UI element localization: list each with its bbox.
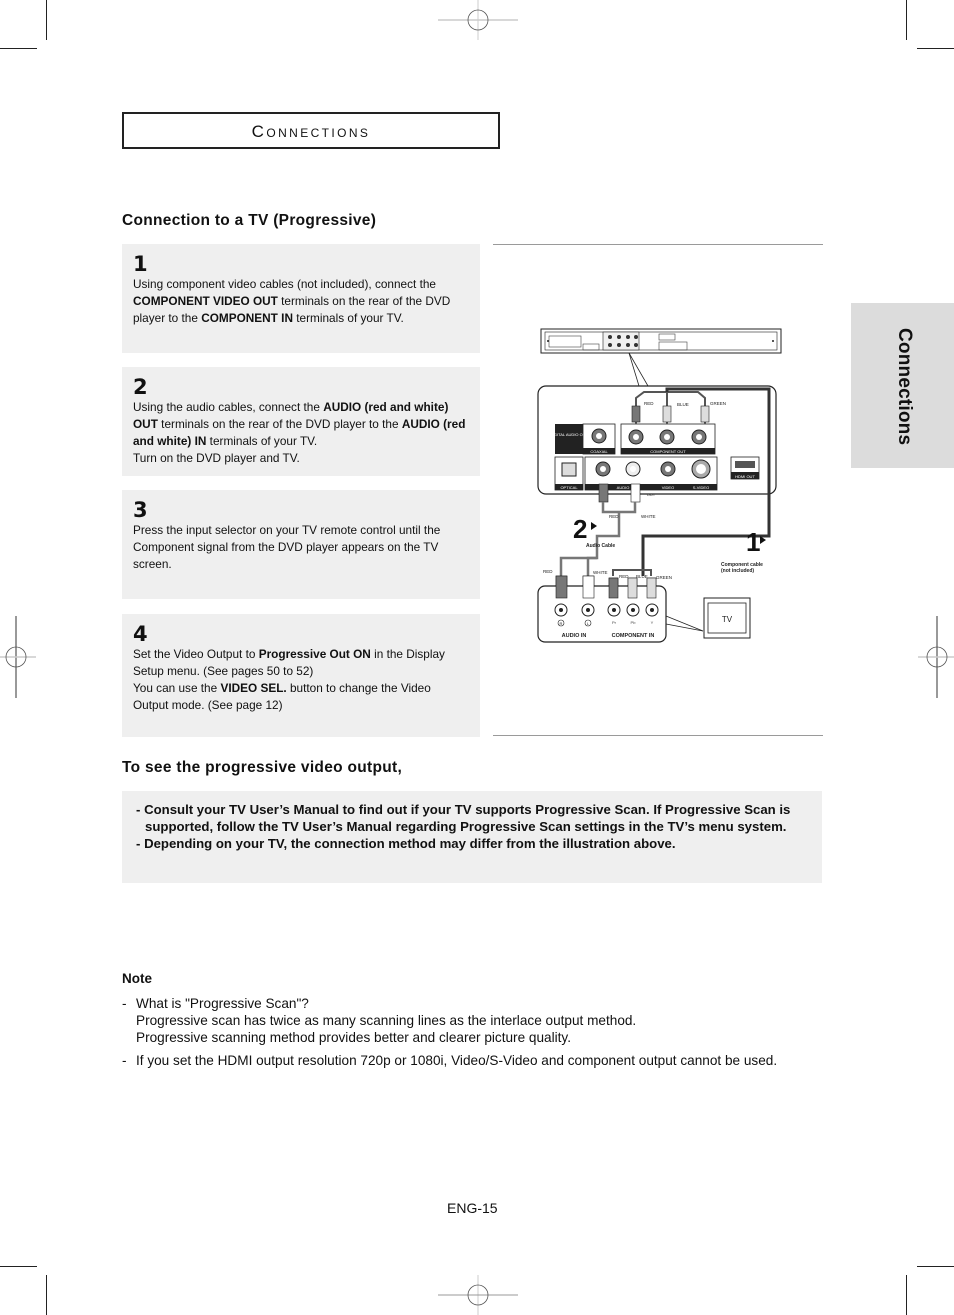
video-label: VIDEO xyxy=(662,485,674,490)
tv-icon: TV xyxy=(703,597,751,639)
audio-in-label: AUDIO IN xyxy=(562,633,587,639)
dvd-panel-zoom: DIGITAL AUDIO OUT COAXIAL COMPONENT OUT … xyxy=(537,385,777,497)
optical-label: OPTICAL xyxy=(560,485,578,490)
progressive-heading: To see the progressive video output, xyxy=(122,759,403,776)
crop-mark xyxy=(46,1275,47,1315)
registration-mark-bottom xyxy=(438,1275,518,1315)
crop-mark xyxy=(0,1266,37,1267)
registration-mark-left xyxy=(0,616,36,698)
section-heading: Connection to a TV (Progressive) xyxy=(122,212,377,229)
step-text-run: Set the Video Output to xyxy=(133,647,259,661)
note-title: Note xyxy=(122,971,152,986)
step-marker-1: 1 xyxy=(746,527,760,557)
note-item: - If you set the HDMI output resolution … xyxy=(122,1053,778,1068)
dvd-player-rear xyxy=(540,328,782,354)
component-out-label: COMPONENT OUT xyxy=(650,449,686,454)
crop-mark xyxy=(917,1266,954,1267)
cable-label-red: RED xyxy=(543,569,553,574)
out-label: OUT xyxy=(647,492,656,497)
chapter-title: Connections xyxy=(251,122,371,141)
side-tab-label: Connections xyxy=(894,328,915,446)
cable-label-blue: BLUE xyxy=(677,402,689,407)
step-emphasis: VIDEO SEL. xyxy=(220,681,287,695)
connection-diagram: DIGITAL AUDIO OUT COAXIAL COMPONENT OUT … xyxy=(537,328,782,643)
audio-label: AUDIO xyxy=(617,485,630,490)
port-y-label: Y xyxy=(651,620,654,625)
crop-mark xyxy=(0,48,37,49)
crop-mark xyxy=(906,1275,907,1315)
tv-input-panel: R L Pr Pb Y AUDIO IN COMPONENT IN xyxy=(537,575,667,643)
component-cable-note: (not included) xyxy=(721,568,754,574)
step-number: 3 xyxy=(133,498,148,522)
step-number: 1 xyxy=(133,252,148,276)
cable-label-green: GREEN xyxy=(710,401,726,406)
divider xyxy=(493,244,823,245)
chapter-header: Connections xyxy=(122,112,500,149)
registration-mark-right xyxy=(918,616,954,698)
cable-label-white: WHITE xyxy=(593,570,608,575)
step-text-run: terminals of your TV. xyxy=(206,434,318,448)
step-4: 4 Set the Video Output to Progressive Ou… xyxy=(122,614,480,737)
arrow-right-icon xyxy=(591,522,597,530)
crop-mark xyxy=(46,0,47,40)
component-in-label: COMPONENT IN xyxy=(612,633,655,639)
cable-label-blue: BLUE xyxy=(636,574,648,579)
step-text-run: Using component video cables (not includ… xyxy=(133,277,436,291)
cable-label-green: GREEN xyxy=(656,575,672,580)
port-pb-label: Pb xyxy=(631,620,637,625)
step-emphasis: COMPONENT IN xyxy=(201,311,293,325)
cable-label-red: RED xyxy=(609,514,619,519)
note-item: - What is "Progressive Scan"? Progressiv… xyxy=(122,996,637,1045)
divider xyxy=(493,735,823,736)
cable-label-red: RED xyxy=(644,401,654,406)
step-3: 3 Press the input selector on your TV re… xyxy=(122,490,480,599)
step-text-run: Using the audio cables, connect the xyxy=(133,400,324,414)
cable-label-white: WHITE xyxy=(641,514,656,519)
step-number: 2 xyxy=(133,375,148,399)
tv-label: TV xyxy=(722,615,733,624)
step-text: Press the input selector on your TV remo… xyxy=(133,522,469,573)
step-emphasis: Progressive Out ON xyxy=(258,647,371,661)
step-text-run: Turn on the DVD player and TV. xyxy=(133,451,300,465)
progressive-item: - Consult your TV User’s Manual to find … xyxy=(136,802,791,834)
step-text: Using the audio cables, connect the AUDI… xyxy=(133,399,469,467)
step-text-run: terminals on the rear of the DVD player … xyxy=(157,417,402,431)
step-emphasis: COMPONENT VIDEO OUT xyxy=(133,294,278,308)
step-number: 4 xyxy=(133,622,148,646)
crop-mark xyxy=(906,0,907,40)
s-video-label: S-VIDEO xyxy=(693,485,709,490)
coaxial-label: COAXIAL xyxy=(590,449,608,454)
audio-cable-label: Audio Cable xyxy=(586,543,615,549)
step-text-run: You can use the xyxy=(133,681,221,695)
crop-mark xyxy=(917,48,954,49)
step-text: Set the Video Output to Progressive Out … xyxy=(133,646,469,714)
port-pr-label: Pr xyxy=(612,620,617,625)
step-text-run: terminals of your TV. xyxy=(292,311,404,325)
progressive-item: - Depending on your TV, the connection m… xyxy=(136,836,676,851)
page-number: ENG-15 xyxy=(447,1200,498,1216)
hdmi-out-label: HDMI OUT xyxy=(735,474,755,479)
side-tab: Connections xyxy=(851,303,954,468)
step-marker-2: 2 xyxy=(573,514,587,544)
step-text-run: Press the input selector on your TV remo… xyxy=(133,523,441,571)
port-r-label: R xyxy=(560,621,563,626)
step-2: 2 Using the audio cables, connect the AU… xyxy=(122,367,480,476)
note-list: - What is "Progressive Scan"? Progressiv… xyxy=(122,995,842,1075)
registration-mark-top xyxy=(438,0,518,40)
step-1: 1 Using component video cables (not incl… xyxy=(122,244,480,353)
step-text: Using component video cables (not includ… xyxy=(133,276,469,327)
progressive-info-box: - Consult your TV User’s Manual to find … xyxy=(122,791,822,883)
